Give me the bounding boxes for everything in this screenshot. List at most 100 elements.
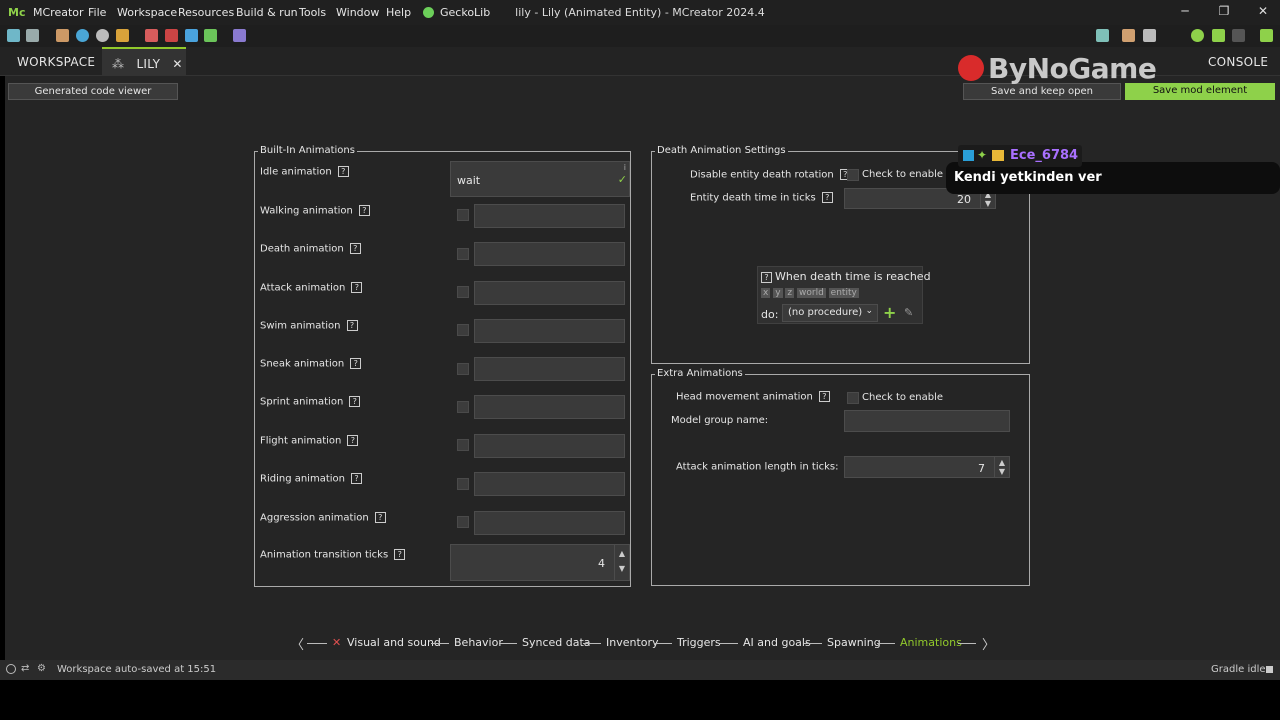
aggression-animation-checkbox[interactable] — [457, 516, 469, 528]
model-icon[interactable] — [96, 29, 109, 42]
disable-rotation-checkbox[interactable] — [847, 169, 859, 181]
texture-icon[interactable] — [145, 29, 158, 42]
sneak-animation-field[interactable] — [474, 357, 625, 381]
menu-workspace[interactable]: Workspace — [117, 6, 177, 19]
export-icon[interactable] — [1096, 29, 1109, 42]
workspace-icon[interactable] — [7, 29, 20, 42]
procedure-select[interactable]: (no procedure) ⌄ — [782, 304, 878, 322]
procedure-selected-value: (no procedure) — [788, 307, 863, 318]
menu-file[interactable]: File — [88, 6, 106, 19]
model-group-input[interactable] — [844, 410, 1010, 432]
nav-next-icon[interactable]: 〉 — [982, 634, 995, 653]
menu-geckolib[interactable]: GeckoLib — [440, 6, 490, 19]
menu-resources[interactable]: Resources — [178, 6, 234, 19]
spinner-arrows-icon[interactable]: ▲ ▼ — [994, 457, 1009, 477]
add-procedure-icon[interactable]: + — [883, 303, 896, 322]
menu-build-run[interactable]: Build & run — [236, 6, 298, 19]
help-icon[interactable]: ? — [337, 166, 349, 177]
help-icon[interactable]: ? — [347, 435, 359, 446]
close-icon[interactable]: ✕ — [1253, 4, 1273, 20]
walking-animation-field[interactable] — [474, 204, 625, 228]
structure-icon[interactable] — [116, 29, 129, 42]
tab-workspace[interactable]: WORKSPACE — [17, 47, 95, 76]
nav-triggers[interactable]: Triggers — [677, 636, 721, 649]
generated-code-button[interactable]: Generated code viewer — [8, 83, 178, 100]
transition-ticks-value: 4 — [598, 557, 605, 570]
swim-animation-field[interactable] — [474, 319, 625, 343]
head-movement-checkbox[interactable] — [847, 392, 859, 404]
sprint-animation-field[interactable] — [474, 395, 625, 419]
attack-animation-checkbox[interactable] — [457, 286, 469, 298]
help-icon[interactable]: ? — [394, 549, 406, 560]
swim-animation-checkbox[interactable] — [457, 324, 469, 336]
settings-icon[interactable] — [26, 29, 39, 42]
transition-ticks-spinner[interactable]: 4 ▲ ▼ — [450, 544, 630, 581]
sprint-animation-checkbox[interactable] — [457, 401, 469, 413]
badge-icon — [963, 150, 974, 161]
edit-procedure-icon[interactable]: ✎ — [904, 306, 913, 319]
block-icon[interactable] — [185, 29, 198, 42]
help-icon[interactable]: ? — [350, 358, 362, 369]
tab-close-icon[interactable]: ✕ — [172, 57, 182, 71]
animation-icon[interactable] — [165, 29, 178, 42]
run-server-icon[interactable] — [1212, 29, 1225, 42]
debug-icon[interactable] — [1191, 29, 1204, 42]
riding-animation-field[interactable] — [474, 472, 625, 496]
nav-behavior[interactable]: Behavior — [454, 636, 503, 649]
nav-synced-data[interactable]: Synced data — [522, 636, 591, 649]
sneak-animation-checkbox[interactable] — [457, 363, 469, 375]
attack-length-label: Attack animation length in ticks:? — [676, 461, 856, 473]
menu-tools[interactable]: Tools — [299, 6, 326, 19]
riding-animation-checkbox[interactable] — [457, 478, 469, 490]
sync-icon[interactable]: ⇄ — [21, 663, 29, 674]
hammer-icon[interactable] — [1143, 29, 1156, 42]
nav-visual-sound[interactable]: Visual and sound — [347, 636, 441, 649]
disable-rotation-check-label: Check to enable — [862, 169, 944, 180]
help-icon[interactable]: ? — [818, 391, 830, 402]
maximize-icon[interactable]: ❐ — [1214, 4, 1234, 20]
death-animation-field[interactable] — [474, 242, 625, 266]
help-icon[interactable]: ? — [349, 396, 361, 407]
nav-prev-icon[interactable]: 〈 — [291, 634, 304, 653]
eraser-icon[interactable] — [1122, 29, 1135, 42]
help-icon[interactable]: ? — [351, 282, 363, 293]
help-icon[interactable]: ? — [821, 192, 833, 203]
tab-lily[interactable]: ⁂ LILY ✕ — [102, 47, 186, 76]
nav-inventory[interactable]: Inventory — [606, 636, 659, 649]
import-icon[interactable] — [56, 29, 69, 42]
menu-help[interactable]: Help — [386, 6, 411, 19]
walking-animation-checkbox[interactable] — [457, 209, 469, 221]
help-icon[interactable]: ? — [761, 271, 772, 283]
help-icon[interactable]: ? — [346, 320, 358, 331]
help-icon[interactable]: ? — [358, 205, 370, 216]
item-icon[interactable] — [204, 29, 217, 42]
idle-animation-field[interactable]: wait i ✓ — [450, 161, 630, 197]
help-icon[interactable]: ? — [351, 473, 362, 484]
help-icon[interactable]: ? — [374, 512, 386, 523]
dep-y: y — [773, 288, 783, 298]
gear-icon[interactable]: ⚙ — [37, 663, 46, 674]
flight-animation-field[interactable] — [474, 434, 625, 458]
attack-length-spinner[interactable]: 7 ▲ ▼ — [844, 456, 1010, 478]
minimize-icon[interactable]: ─ — [1175, 4, 1195, 20]
menu-window[interactable]: Window — [336, 6, 379, 19]
sound-icon[interactable] — [76, 29, 89, 42]
aggression-animation-field[interactable] — [474, 511, 625, 535]
info-icon[interactable] — [6, 664, 16, 674]
nav-animations[interactable]: Animations — [900, 636, 962, 649]
variables-icon[interactable] — [233, 29, 246, 42]
gradle-stop-icon[interactable] — [1266, 666, 1273, 673]
flight-animation-checkbox[interactable] — [457, 439, 469, 451]
death-animation-checkbox[interactable] — [457, 248, 469, 260]
menu-mcreator[interactable]: MCreator — [33, 6, 84, 19]
animation-row-label: Aggression animation? — [260, 512, 386, 524]
help-icon[interactable]: ? — [349, 243, 361, 254]
tab-console[interactable]: CONSOLE — [1208, 47, 1268, 76]
export-jar-icon[interactable] — [1260, 29, 1273, 42]
title-bar: Mc MCreator File Workspace Resources Bui… — [0, 0, 1280, 25]
nav-spawning[interactable]: Spawning — [827, 636, 881, 649]
attack-animation-field[interactable] — [474, 281, 625, 305]
nav-ai-goals[interactable]: AI and goals — [743, 636, 811, 649]
spinner-arrows-icon[interactable]: ▲ ▼ — [614, 545, 629, 580]
stop-icon[interactable] — [1232, 29, 1245, 42]
